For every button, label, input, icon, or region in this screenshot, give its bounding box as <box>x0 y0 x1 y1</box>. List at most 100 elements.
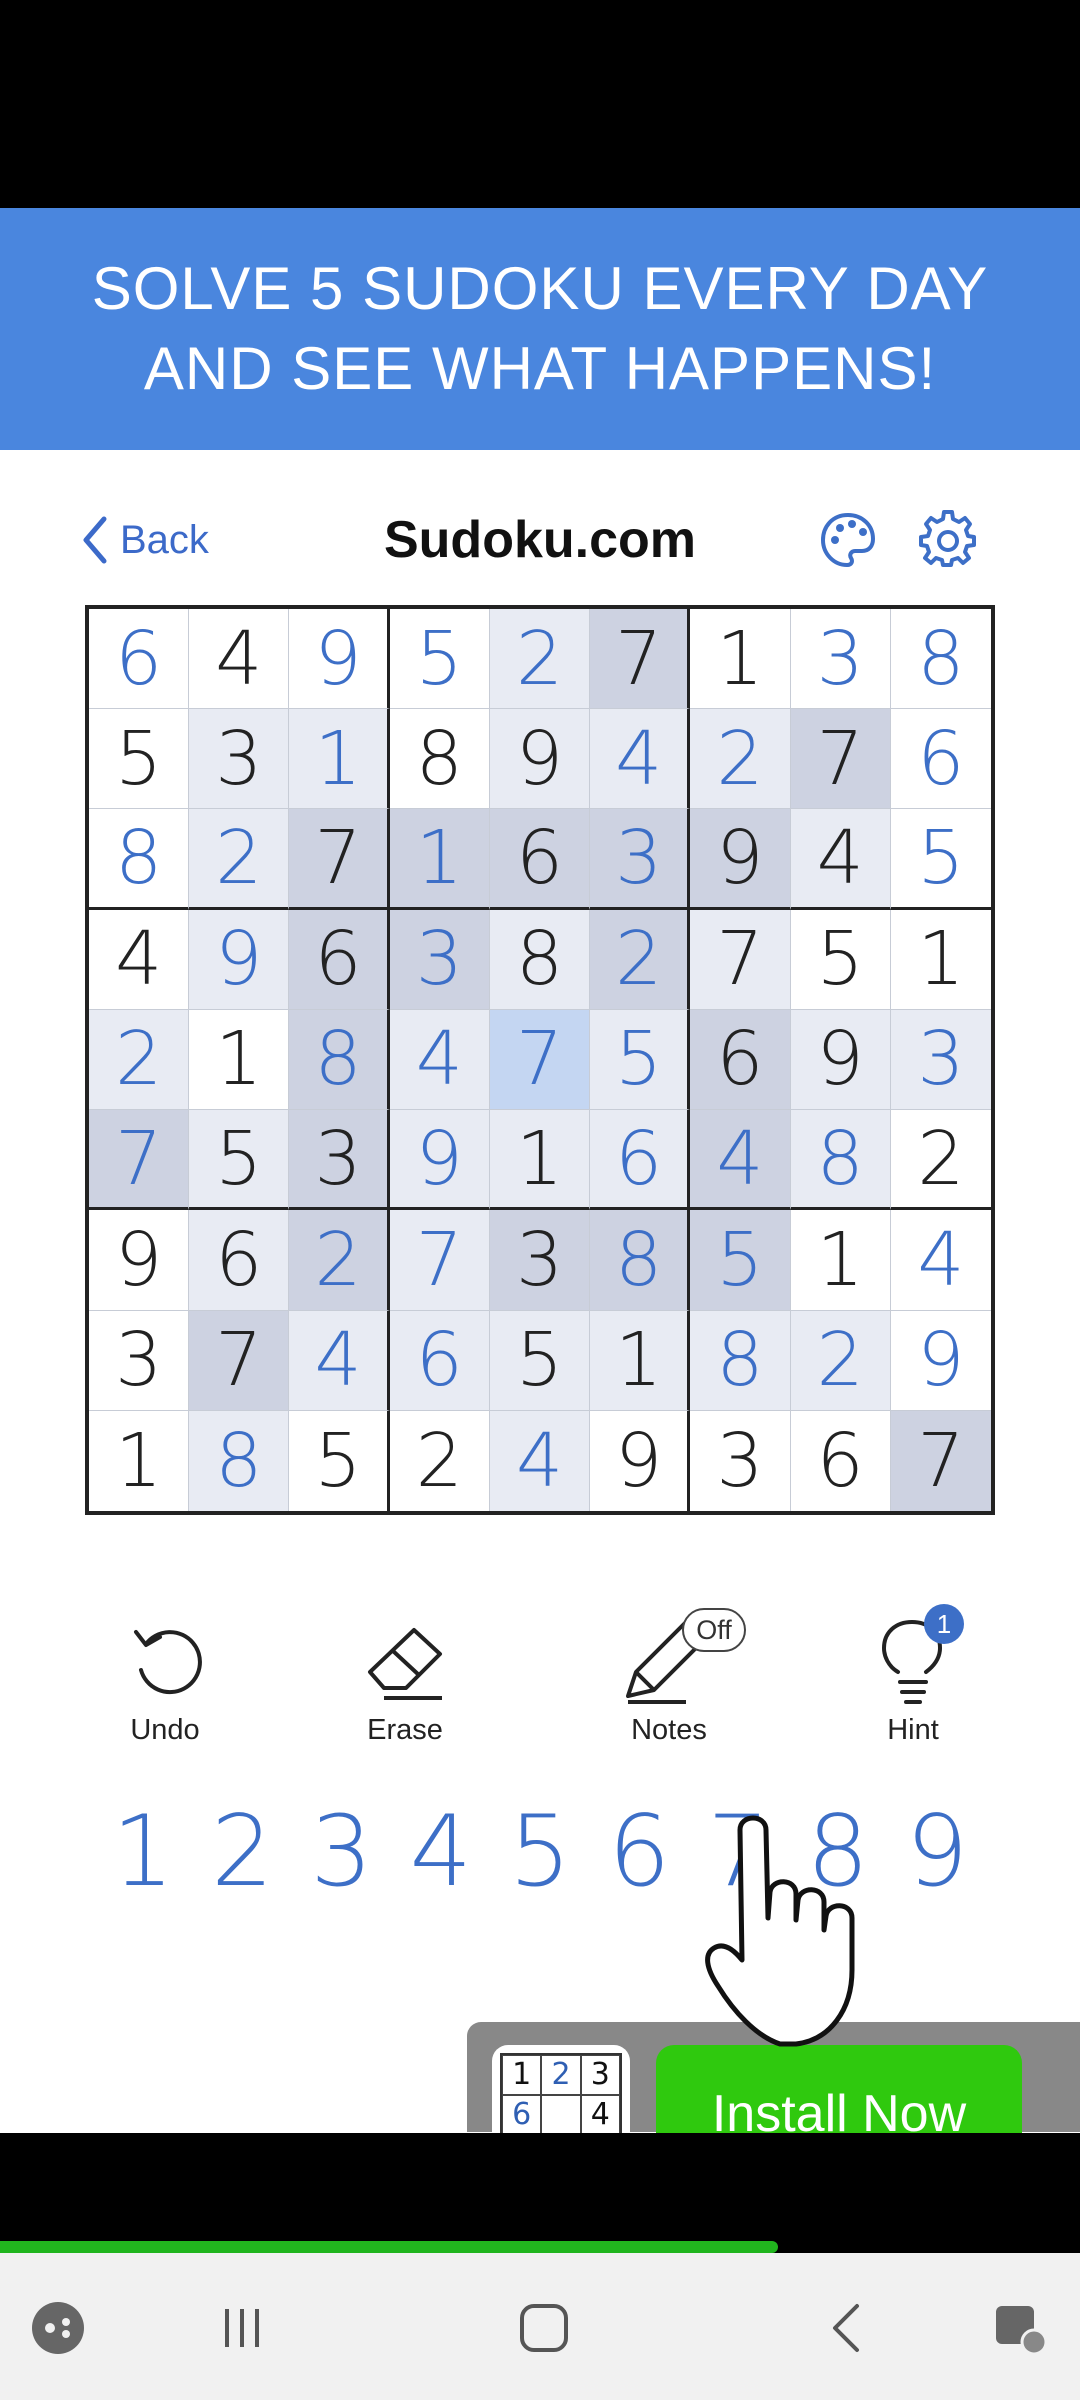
sudoku-cell[interactable]: 1 <box>690 609 791 710</box>
sudoku-cell[interactable]: 8 <box>489 909 591 1010</box>
sudoku-cell[interactable]: 3 <box>790 609 891 710</box>
sudoku-cell[interactable]: 5 <box>790 909 891 1010</box>
sudoku-cell[interactable]: 6 <box>590 1110 691 1211</box>
sudoku-cell[interactable]: 4 <box>790 809 891 910</box>
sudoku-cell[interactable]: 5 <box>489 1310 591 1411</box>
back-button[interactable]: Back <box>80 500 209 580</box>
sudoku-cell[interactable]: 8 <box>389 709 490 810</box>
undo-button[interactable]: Undo <box>90 1610 240 1747</box>
sudoku-cell[interactable]: 1 <box>389 809 490 910</box>
sudoku-cell[interactable]: 8 <box>790 1110 891 1211</box>
sudoku-cell[interactable]: 4 <box>690 1110 791 1211</box>
sudoku-cell[interactable]: 7 <box>89 1110 190 1211</box>
sudoku-cell[interactable]: 1 <box>790 1210 891 1311</box>
sudoku-cell[interactable]: 3 <box>289 1110 390 1211</box>
sudoku-cell[interactable]: 3 <box>890 1009 991 1111</box>
sudoku-cell[interactable]: 2 <box>189 809 290 910</box>
sudoku-cell[interactable]: 5 <box>89 709 190 810</box>
sudoku-cell[interactable]: 7 <box>590 609 691 710</box>
sudoku-cell[interactable]: 9 <box>790 1009 891 1111</box>
sudoku-cell[interactable]: 2 <box>489 609 591 710</box>
sudoku-cell[interactable]: 5 <box>890 809 991 910</box>
sudoku-cell[interactable]: 4 <box>590 709 691 810</box>
sudoku-cell[interactable]: 4 <box>89 909 190 1010</box>
sudoku-cell[interactable]: 3 <box>690 1410 791 1511</box>
gear-icon[interactable] <box>918 510 978 570</box>
sudoku-cell[interactable]: 7 <box>790 709 891 810</box>
sudoku-cell[interactable]: 3 <box>590 809 691 910</box>
sudoku-cell[interactable]: 4 <box>189 609 290 710</box>
home-icon[interactable] <box>509 2293 579 2363</box>
numpad-key-6[interactable]: 6 <box>596 1795 682 1915</box>
sudoku-cell[interactable]: 6 <box>189 1210 290 1311</box>
sudoku-cell[interactable]: 2 <box>890 1110 991 1211</box>
sudoku-cell[interactable]: 2 <box>89 1009 190 1111</box>
sudoku-cell[interactable]: 9 <box>89 1210 190 1311</box>
sudoku-cell[interactable]: 7 <box>489 1009 591 1111</box>
sudoku-cell[interactable]: 2 <box>389 1410 490 1511</box>
sudoku-cell[interactable]: 2 <box>590 909 691 1010</box>
sudoku-cell[interactable]: 8 <box>690 1310 791 1411</box>
sudoku-cell[interactable]: 3 <box>389 909 490 1010</box>
sudoku-cell[interactable]: 8 <box>189 1410 290 1511</box>
sudoku-cell[interactable]: 9 <box>590 1410 691 1511</box>
sudoku-cell[interactable]: 2 <box>690 709 791 810</box>
notes-button[interactable]: Off Notes <box>594 1608 746 1747</box>
sudoku-cell[interactable]: 4 <box>289 1310 390 1411</box>
sudoku-cell[interactable]: 9 <box>690 809 791 910</box>
sudoku-cell[interactable]: 1 <box>890 909 991 1010</box>
game-launcher-icon[interactable] <box>23 2293 93 2363</box>
sudoku-cell[interactable]: 3 <box>489 1210 591 1311</box>
sudoku-cell[interactable]: 5 <box>189 1110 290 1211</box>
sudoku-cell[interactable]: 8 <box>89 809 190 910</box>
sudoku-cell[interactable]: 6 <box>790 1410 891 1511</box>
sudoku-cell[interactable]: 1 <box>189 1009 290 1111</box>
hint-button[interactable]: 1 Hint <box>838 1604 988 1747</box>
sudoku-cell[interactable]: 5 <box>389 609 490 710</box>
sudoku-cell[interactable]: 8 <box>590 1210 691 1311</box>
erase-button[interactable]: Erase <box>330 1610 480 1747</box>
sudoku-cell[interactable]: 1 <box>489 1110 591 1211</box>
nav-back-icon[interactable] <box>811 2293 881 2363</box>
sudoku-cell[interactable]: 9 <box>389 1110 490 1211</box>
sudoku-cell[interactable]: 9 <box>289 609 390 710</box>
sudoku-cell[interactable]: 5 <box>590 1009 691 1111</box>
sudoku-cell[interactable]: 8 <box>890 609 991 710</box>
sudoku-cell[interactable]: 7 <box>389 1210 490 1311</box>
logo-mini-cell: 4 <box>580 2095 620 2135</box>
sudoku-cell[interactable]: 6 <box>890 709 991 810</box>
sudoku-cell[interactable]: 2 <box>289 1210 390 1311</box>
sudoku-cell[interactable]: 5 <box>289 1410 390 1511</box>
sudoku-cell[interactable]: 6 <box>89 609 190 710</box>
sudoku-cell[interactable]: 2 <box>790 1310 891 1411</box>
sudoku-cell[interactable]: 6 <box>690 1009 791 1111</box>
sudoku-cell[interactable]: 1 <box>289 709 390 810</box>
sudoku-cell[interactable]: 4 <box>489 1410 591 1511</box>
sudoku-cell[interactable]: 3 <box>89 1310 190 1411</box>
sudoku-cell[interactable]: 6 <box>489 809 591 910</box>
recents-icon[interactable] <box>207 2293 277 2363</box>
numpad-key-1[interactable]: 1 <box>100 1795 186 1915</box>
numpad-key-2[interactable]: 2 <box>199 1795 285 1915</box>
numpad-key-4[interactable]: 4 <box>398 1795 484 1915</box>
sudoku-cell[interactable]: 1 <box>590 1310 691 1411</box>
sudoku-cell[interactable]: 7 <box>289 809 390 910</box>
sudoku-cell[interactable]: 4 <box>890 1210 991 1311</box>
sudoku-cell[interactable]: 7 <box>690 909 791 1010</box>
sudoku-cell[interactable]: 9 <box>489 709 591 810</box>
numpad-key-3[interactable]: 3 <box>299 1795 385 1915</box>
sudoku-cell[interactable]: 9 <box>890 1310 991 1411</box>
sudoku-cell[interactable]: 6 <box>289 909 390 1010</box>
sudoku-cell[interactable]: 8 <box>289 1009 390 1111</box>
palette-icon[interactable] <box>818 510 878 570</box>
sudoku-cell[interactable]: 9 <box>189 909 290 1010</box>
sudoku-cell[interactable]: 6 <box>389 1310 490 1411</box>
sudoku-cell[interactable]: 7 <box>189 1310 290 1411</box>
sudoku-cell[interactable]: 7 <box>890 1410 991 1511</box>
screen-capture-icon[interactable] <box>985 2293 1055 2363</box>
sudoku-cell[interactable]: 3 <box>189 709 290 810</box>
sudoku-cell[interactable]: 5 <box>690 1210 791 1311</box>
sudoku-cell[interactable]: 1 <box>89 1410 190 1511</box>
numpad-key-5[interactable]: 5 <box>497 1795 583 1915</box>
sudoku-cell[interactable]: 4 <box>389 1009 490 1111</box>
